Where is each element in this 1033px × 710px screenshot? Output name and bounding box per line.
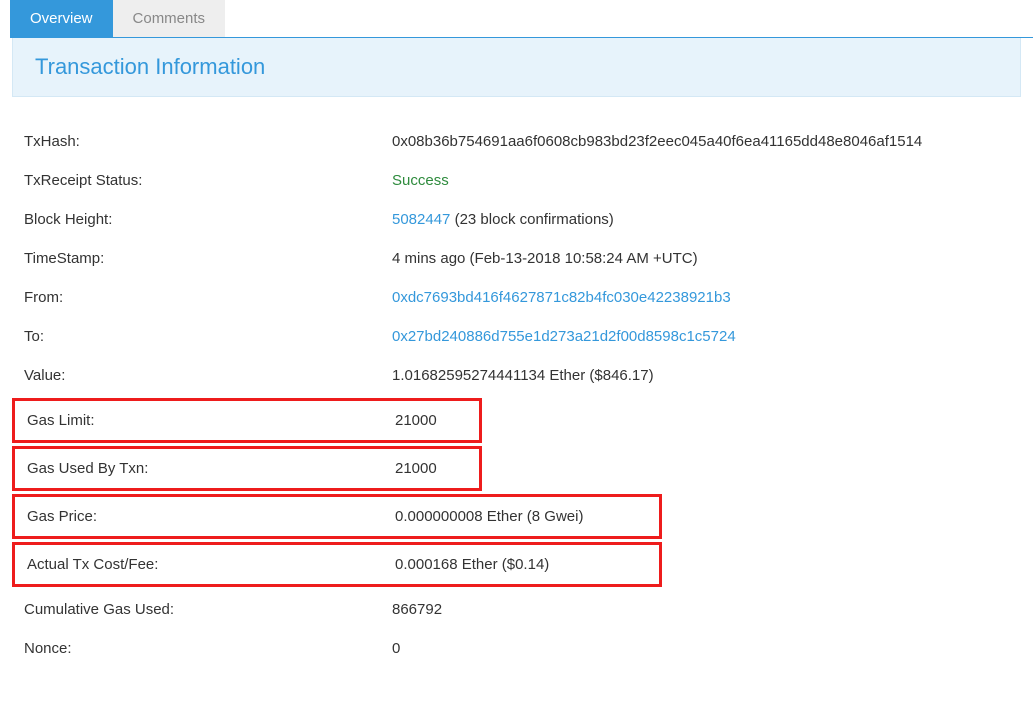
nonce-label: Nonce: bbox=[12, 640, 392, 657]
row-txhash: TxHash: 0x08b36b754691aa6f0608cb983bd23f… bbox=[12, 122, 1021, 161]
row-value: Value: 1.01682595274441134 Ether ($846.1… bbox=[12, 356, 1021, 395]
block-confirmations: (23 block confirmations) bbox=[450, 211, 613, 228]
row-nonce: Nonce: 0 bbox=[12, 629, 1021, 668]
actual-cost-value: 0.000168 Ether ($0.14) bbox=[395, 556, 659, 573]
receipt-status-value: Success bbox=[392, 172, 1021, 189]
value-value: 1.01682595274441134 Ether ($846.17) bbox=[392, 367, 1021, 384]
to-value[interactable]: 0x27bd240886d755e1d273a21d2f00d8598c1c57… bbox=[392, 328, 1021, 345]
value-label: Value: bbox=[12, 367, 392, 384]
actual-cost-label: Actual Tx Cost/Fee: bbox=[15, 556, 395, 573]
cumulative-gas-value: 866792 bbox=[392, 601, 1021, 618]
to-label: To: bbox=[12, 328, 392, 345]
highlight-actual-cost: Actual Tx Cost/Fee: 0.000168 Ether ($0.1… bbox=[12, 542, 662, 587]
txhash-label: TxHash: bbox=[12, 133, 392, 150]
gas-limit-value: 21000 bbox=[395, 412, 479, 429]
nonce-value: 0 bbox=[392, 640, 1021, 657]
row-block-height: Block Height: 5082447 (23 block confirma… bbox=[12, 200, 1021, 239]
receipt-status-label: TxReceipt Status: bbox=[12, 172, 392, 189]
tab-comments[interactable]: Comments bbox=[113, 0, 226, 37]
row-cumulative-gas: Cumulative Gas Used: 866792 bbox=[12, 590, 1021, 629]
row-gas-limit: Gas Limit: 21000 bbox=[15, 401, 479, 440]
row-to: To: 0x27bd240886d755e1d273a21d2f00d8598c… bbox=[12, 317, 1021, 356]
row-gas-used: Gas Used By Txn: 21000 bbox=[15, 449, 479, 488]
gas-limit-label: Gas Limit: bbox=[15, 412, 395, 429]
tabs-bar: Overview Comments bbox=[10, 0, 1033, 38]
gas-price-label: Gas Price: bbox=[15, 508, 395, 525]
row-gas-price: Gas Price: 0.000000008 Ether (8 Gwei) bbox=[15, 497, 659, 536]
row-from: From: 0xdc7693bd416f4627871c82b4fc030e42… bbox=[12, 278, 1021, 317]
section-header: Transaction Information bbox=[12, 38, 1021, 97]
timestamp-label: TimeStamp: bbox=[12, 250, 392, 267]
timestamp-value: 4 mins ago (Feb-13-2018 10:58:24 AM +UTC… bbox=[392, 250, 1021, 267]
from-label: From: bbox=[12, 289, 392, 306]
cumulative-gas-label: Cumulative Gas Used: bbox=[12, 601, 392, 618]
block-height-value: 5082447 (23 block confirmations) bbox=[392, 211, 1021, 228]
block-height-label: Block Height: bbox=[12, 211, 392, 228]
row-receipt-status: TxReceipt Status: Success bbox=[12, 161, 1021, 200]
txhash-value: 0x08b36b754691aa6f0608cb983bd23f2eec045a… bbox=[392, 133, 1021, 150]
from-value[interactable]: 0xdc7693bd416f4627871c82b4fc030e42238921… bbox=[392, 289, 1021, 306]
block-height-link[interactable]: 5082447 bbox=[392, 211, 450, 228]
row-timestamp: TimeStamp: 4 mins ago (Feb-13-2018 10:58… bbox=[12, 239, 1021, 278]
gas-used-label: Gas Used By Txn: bbox=[15, 460, 395, 477]
highlight-gas-used: Gas Used By Txn: 21000 bbox=[12, 446, 482, 491]
tab-overview[interactable]: Overview bbox=[10, 0, 113, 37]
highlight-gas-limit: Gas Limit: 21000 bbox=[12, 398, 482, 443]
gas-used-value: 21000 bbox=[395, 460, 479, 477]
row-actual-cost: Actual Tx Cost/Fee: 0.000168 Ether ($0.1… bbox=[15, 545, 659, 584]
highlight-gas-price: Gas Price: 0.000000008 Ether (8 Gwei) bbox=[12, 494, 662, 539]
gas-price-value: 0.000000008 Ether (8 Gwei) bbox=[395, 508, 659, 525]
